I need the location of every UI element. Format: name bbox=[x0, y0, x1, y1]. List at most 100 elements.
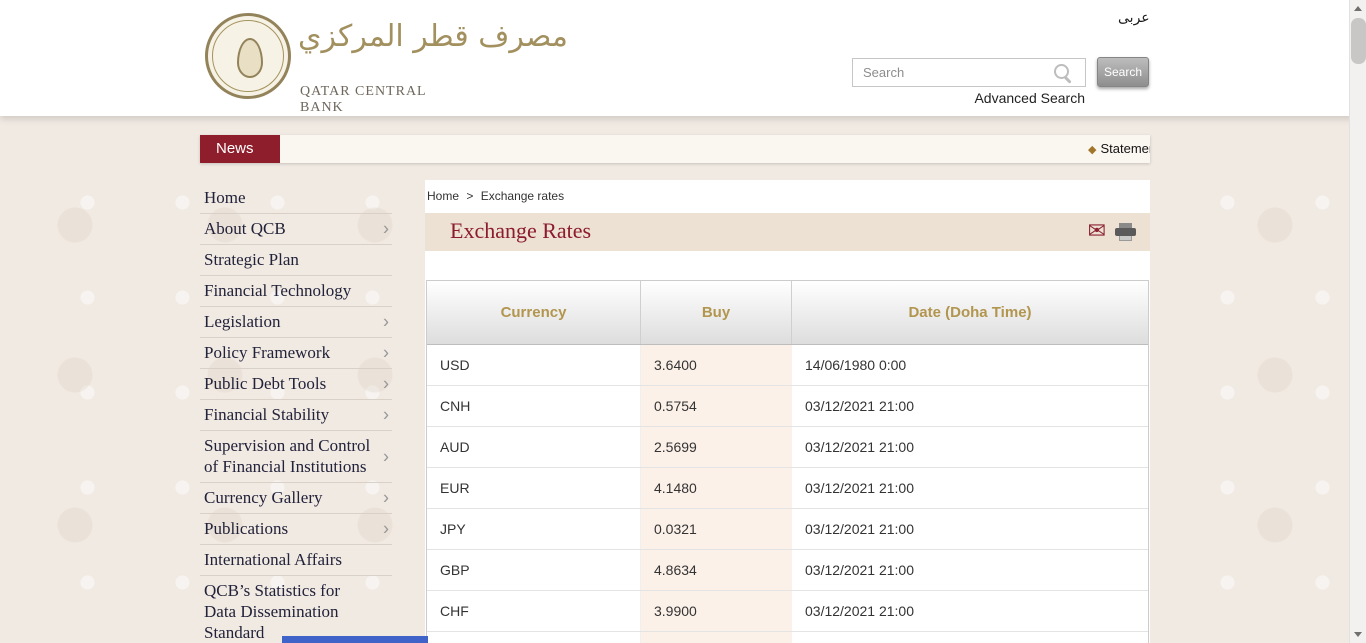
sidebar-item-policy-framework[interactable]: Policy Framework › bbox=[200, 338, 392, 369]
page-title-band: Exchange Rates ✉ bbox=[425, 213, 1150, 251]
chevron-right-icon: › bbox=[383, 519, 389, 540]
cell-buy: 4.8634 bbox=[641, 550, 792, 590]
cell-buy: 3.6400 bbox=[641, 345, 792, 385]
breadcrumb: Home > Exchange rates bbox=[427, 189, 564, 203]
cell-date: 03/12/2021 21:00 bbox=[792, 550, 1148, 590]
main-content: Home > Exchange rates Exchange Rates ✉ C… bbox=[425, 180, 1150, 643]
table-row-jpy: JPY0.032103/12/2021 21:00 bbox=[427, 509, 1148, 550]
chevron-right-icon: › bbox=[383, 446, 389, 467]
cell-date: 03/12/2021 21:00 bbox=[792, 509, 1148, 549]
column-header-currency: Currency bbox=[427, 281, 641, 344]
chevron-right-icon: › bbox=[383, 219, 389, 240]
sidebar-item-legislation[interactable]: Legislation › bbox=[200, 307, 392, 338]
breadcrumb-home[interactable]: Home bbox=[427, 189, 459, 203]
sidebar-menu: Home About QCB › Strategic Plan Financial Te… bbox=[200, 183, 392, 643]
scrollbar-up-arrow-icon[interactable] bbox=[1350, 0, 1366, 17]
qcb-emblem-icon bbox=[205, 13, 291, 99]
table-row-gbp: GBP4.863403/12/2021 21:00 bbox=[427, 550, 1148, 591]
sidebar-item-label: Legislation bbox=[204, 312, 280, 331]
sidebar-item-label: International Affairs bbox=[204, 550, 342, 569]
sidebar-item-label: Home bbox=[204, 188, 246, 207]
qcb-logo[interactable]: مصرف قطر المركزي QATAR CENTRAL BANK bbox=[200, 8, 440, 108]
sidebar-item-label: Supervision and Control of Financial Ins… bbox=[204, 436, 370, 476]
table-row-usd: USD3.640014/06/1980 0:00 bbox=[427, 345, 1148, 386]
cell-currency: EUR bbox=[427, 468, 641, 508]
sidebar-item-label: Strategic Plan bbox=[204, 250, 299, 269]
table-body: USD3.640014/06/1980 0:00CNH0.575403/12/2… bbox=[427, 345, 1148, 643]
table-row-chf: CHF3.990003/12/2021 21:00 bbox=[427, 591, 1148, 632]
sidebar-item-label: About QCB bbox=[204, 219, 286, 238]
cell-date: 03/12/2021 21:00 bbox=[792, 591, 1148, 631]
sidebar-item-label: Publications bbox=[204, 519, 288, 538]
chevron-right-icon: › bbox=[383, 312, 389, 333]
scrollbar-thumb[interactable] bbox=[1351, 18, 1366, 64]
table-row-eur: EUR4.148003/12/2021 21:00 bbox=[427, 468, 1148, 509]
sidebar-item-publications[interactable]: Publications › bbox=[200, 514, 392, 545]
column-header-buy: Buy bbox=[641, 281, 792, 344]
qcb-arabic-calligraphy: مصرف قطر المركزي bbox=[298, 20, 448, 54]
cell-currency: AUD bbox=[427, 427, 641, 467]
scrollbar-down-arrow-icon[interactable] bbox=[1350, 626, 1366, 643]
site-header: مصرف قطر المركزي QATAR CENTRAL BANK عربى… bbox=[0, 0, 1366, 116]
advanced-search-link[interactable]: Advanced Search bbox=[973, 90, 1085, 106]
page-title: Exchange Rates bbox=[450, 218, 591, 244]
print-icon-body bbox=[1115, 228, 1136, 236]
cell-date: 03/12/2021 21:00 bbox=[792, 468, 1148, 508]
cell-currency: JPY bbox=[427, 509, 641, 549]
cell-buy bbox=[641, 632, 792, 643]
cell-date: 03/12/2021 21:00 bbox=[792, 386, 1148, 426]
sidebar-item-financial-stability[interactable]: Financial Stability › bbox=[200, 400, 392, 431]
print-icon-paper bbox=[1119, 236, 1132, 241]
table-row-cnh: CNH0.575403/12/2021 21:00 bbox=[427, 386, 1148, 427]
exchange-rates-table: CurrencyBuyDate (Doha Time) USD3.640014/… bbox=[426, 280, 1149, 643]
sidebar-item-strategic-plan[interactable]: Strategic Plan bbox=[200, 245, 392, 276]
table-header-row: CurrencyBuyDate (Doha Time) bbox=[427, 281, 1148, 345]
sidebar-item-home[interactable]: Home bbox=[200, 183, 392, 214]
cell-date bbox=[792, 632, 1148, 643]
cell-buy: 0.0321 bbox=[641, 509, 792, 549]
cell-buy: 4.1480 bbox=[641, 468, 792, 508]
sidebar-item-label: Financial Technology bbox=[204, 281, 351, 300]
news-tab[interactable]: News bbox=[200, 135, 280, 163]
sidebar-item-label: Public Debt Tools bbox=[204, 374, 326, 393]
cell-currency bbox=[427, 632, 641, 643]
news-bar: News ◆Statements bbox=[200, 135, 1150, 163]
chevron-right-icon: › bbox=[383, 374, 389, 395]
qcb-bank-name: QATAR CENTRAL BANK bbox=[300, 84, 440, 116]
sidebar-item-label: QCB’s Statistics for Data Dissemination … bbox=[204, 581, 340, 642]
breadcrumb-exchange-rates[interactable]: Exchange rates bbox=[481, 189, 564, 203]
table-row-partial bbox=[427, 632, 1148, 643]
sidebar-item-qcb-s-statistics-for-data-dissemination-standard[interactable]: QCB’s Statistics for Data Dissemination … bbox=[200, 576, 392, 643]
sidebar-item-currency-gallery[interactable]: Currency Gallery › bbox=[200, 483, 392, 514]
column-header-date-doha-time: Date (Doha Time) bbox=[792, 281, 1148, 344]
search-icon[interactable] bbox=[1052, 62, 1074, 84]
cell-buy: 0.5754 bbox=[641, 386, 792, 426]
chevron-right-icon: › bbox=[383, 405, 389, 426]
chevron-right-icon: › bbox=[383, 488, 389, 509]
cell-currency: USD bbox=[427, 345, 641, 385]
sidebar-item-label: Policy Framework bbox=[204, 343, 330, 362]
email-icon[interactable]: ✉ bbox=[1088, 219, 1106, 245]
sidebar-item-label: Financial Stability bbox=[204, 405, 329, 424]
table-row-aud: AUD2.569903/12/2021 21:00 bbox=[427, 427, 1148, 468]
sidebar-item-financial-technology[interactable]: Financial Technology bbox=[200, 276, 392, 307]
cell-currency: GBP bbox=[427, 550, 641, 590]
sidebar-item-label: Currency Gallery bbox=[204, 488, 322, 507]
search-button[interactable]: Search bbox=[1097, 57, 1149, 87]
qcb-exchange-rates-page: مصرف قطر المركزي QATAR CENTRAL BANK عربى… bbox=[0, 0, 1366, 643]
cell-date: 14/06/1980 0:00 bbox=[792, 345, 1148, 385]
sidebar-item-about-qcb[interactable]: About QCB › bbox=[200, 214, 392, 245]
chevron-right-icon: › bbox=[383, 343, 389, 364]
sidebar-item-international-affairs[interactable]: International Affairs bbox=[200, 545, 392, 576]
sidebar-item-public-debt-tools[interactable]: Public Debt Tools › bbox=[200, 369, 392, 400]
arabic-language-link[interactable]: عربى bbox=[1118, 9, 1150, 26]
cell-currency: CNH bbox=[427, 386, 641, 426]
vertical-scrollbar[interactable] bbox=[1349, 0, 1366, 643]
cell-currency: CHF bbox=[427, 591, 641, 631]
print-icon[interactable] bbox=[1115, 223, 1136, 242]
breadcrumb-separator: > bbox=[466, 189, 473, 203]
search-input[interactable] bbox=[852, 58, 1086, 87]
news-ticker[interactable]: ◆Statements bbox=[1088, 135, 1150, 163]
sidebar-item-supervision-and-control-of-financial-institutions[interactable]: Supervision and Control of Financial Ins… bbox=[200, 431, 392, 483]
bottom-blue-strip bbox=[282, 636, 428, 643]
